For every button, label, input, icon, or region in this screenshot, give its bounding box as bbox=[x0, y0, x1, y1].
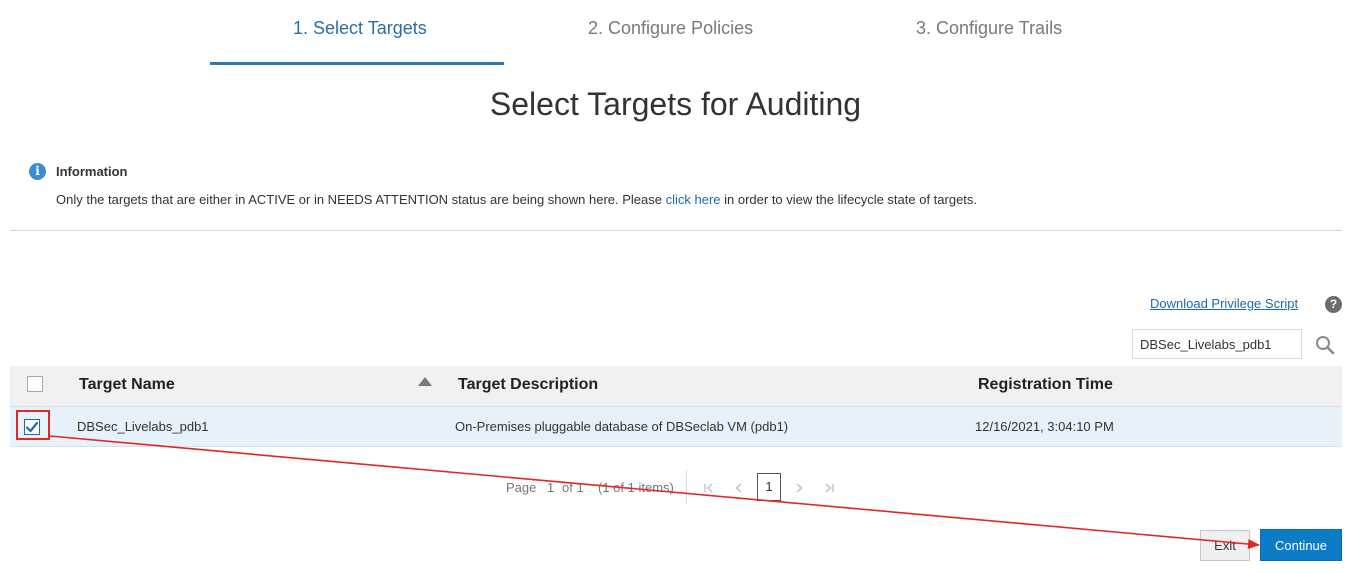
info-title: Information bbox=[56, 164, 128, 179]
previous-page-icon[interactable] bbox=[732, 481, 746, 495]
annotation-highlight-box bbox=[16, 410, 50, 440]
continue-button[interactable]: Continue bbox=[1260, 529, 1342, 561]
table-header: Target Name Target Description Registrat… bbox=[10, 366, 1342, 407]
current-page-button[interactable]: 1 bbox=[757, 473, 781, 501]
table-row[interactable]: DBSec_Livelabs_pdb1 On-Premises pluggabl… bbox=[10, 407, 1342, 447]
next-page-icon[interactable] bbox=[792, 481, 806, 495]
tab-configure-policies[interactable]: 2. Configure Policies bbox=[588, 18, 753, 39]
pagination-items-summary: (1 of 1 items) bbox=[598, 480, 674, 495]
page-title: Select Targets for Auditing bbox=[489, 86, 862, 122]
help-icon[interactable]: ? bbox=[1325, 296, 1342, 313]
search-input[interactable] bbox=[1132, 329, 1302, 359]
info-text-before: Only the targets that are either in ACTI… bbox=[56, 192, 666, 207]
tab-select-targets[interactable]: 1. Select Targets bbox=[293, 18, 427, 39]
cell-target-name: DBSec_Livelabs_pdb1 bbox=[77, 419, 209, 434]
sort-ascending-icon[interactable] bbox=[418, 377, 432, 386]
cell-registration-time: 12/16/2021, 3:04:10 PM bbox=[975, 419, 1114, 434]
active-tab-indicator bbox=[210, 62, 504, 65]
pagination-page-label: Page bbox=[506, 480, 537, 495]
pagination-of-label: of 1 bbox=[562, 480, 584, 495]
exit-button[interactable]: Exit bbox=[1200, 530, 1250, 561]
pagination-page-number: 1 bbox=[547, 480, 555, 495]
pagination-separator bbox=[686, 470, 687, 504]
tab-configure-trails[interactable]: 3. Configure Trails bbox=[916, 18, 1062, 39]
select-all-checkbox[interactable] bbox=[27, 376, 43, 392]
cell-target-description: On-Premises pluggable database of DBSecl… bbox=[455, 419, 789, 434]
lifecycle-link[interactable]: click here bbox=[666, 192, 721, 207]
download-privilege-script-link[interactable]: Download Privilege Script bbox=[1150, 296, 1298, 311]
column-header-target-description[interactable]: Target Description bbox=[458, 376, 598, 394]
info-text-after: in order to view the lifecycle state of … bbox=[720, 192, 978, 207]
first-page-icon[interactable] bbox=[702, 481, 716, 495]
last-page-icon[interactable] bbox=[822, 481, 836, 495]
search-icon[interactable] bbox=[1314, 334, 1336, 356]
info-icon: i bbox=[29, 163, 46, 180]
section-divider bbox=[10, 230, 1342, 231]
column-header-target-name[interactable]: Target Name bbox=[79, 376, 175, 394]
info-text: Only the targets that are either in ACTI… bbox=[56, 192, 977, 207]
column-header-registration-time[interactable]: Registration Time bbox=[978, 376, 1113, 394]
